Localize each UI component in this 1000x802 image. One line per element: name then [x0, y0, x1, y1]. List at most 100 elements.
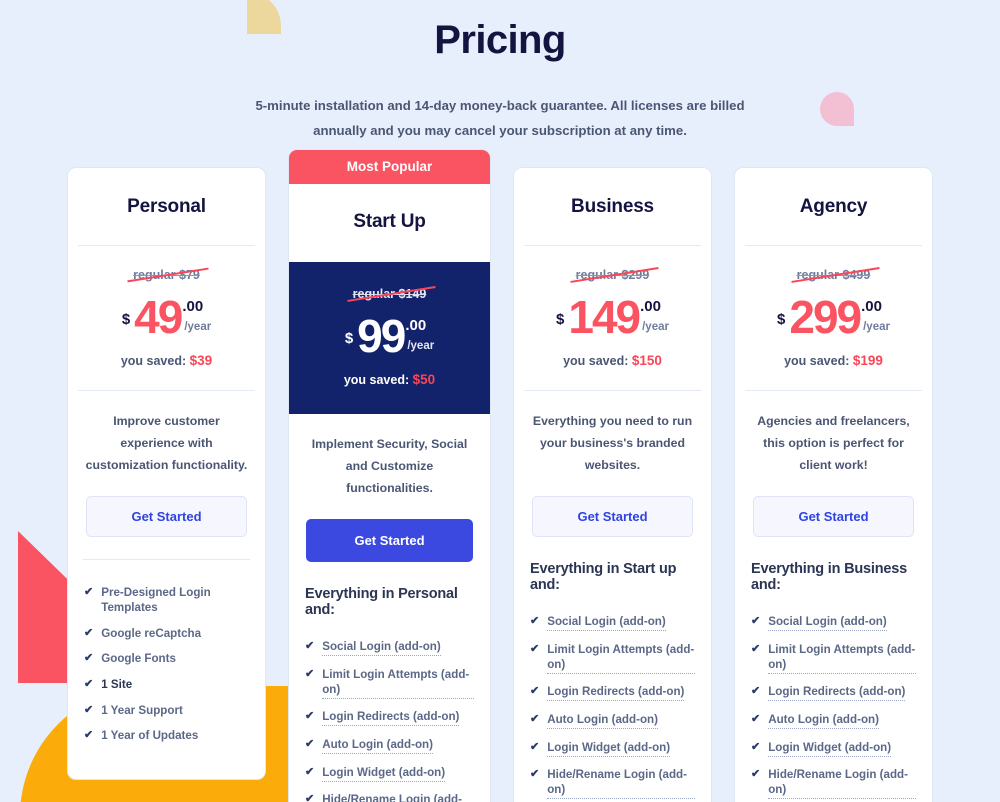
plan-description: Agencies and freelancers, this option is… [757, 414, 910, 472]
most-popular-badge: Most Popular [289, 150, 490, 184]
feature-item[interactable]: ✔ Login Widget (add-on) [751, 734, 916, 762]
feature-item[interactable]: ✔ Login Redirects (add-on) [751, 679, 916, 707]
pricing-card-business: Business regular $299 $149.00/year you save… [513, 167, 712, 802]
price-cents: .00 [405, 317, 427, 334]
price-block: regular $499 $299.00/year you saved: $199 [735, 246, 932, 390]
features-title: Everything in Start up and: [530, 561, 677, 593]
feature-label: Limit Login Attempts (add-on) [322, 667, 474, 699]
feature-item[interactable]: ✔ Login Redirects (add-on) [530, 679, 695, 707]
check-icon: ✔ [751, 685, 761, 698]
feature-item[interactable]: ✔ Social Login (add-on) [530, 609, 695, 637]
check-icon: ✔ [751, 713, 761, 726]
feature-item: ✔ 1 Site [84, 672, 249, 698]
feature-label: Pre-Designed Login Templates [101, 586, 211, 615]
check-icon: ✔ [530, 685, 540, 698]
price-cents: .00 [861, 298, 882, 315]
feature-label: Login Widget (add-on) [547, 740, 671, 757]
page-header: Pricing 5-minute installation and 14-day… [0, 0, 1000, 143]
plan-name: Agency [799, 196, 868, 217]
pricing-page: Pricing 5-minute installation and 14-day… [0, 0, 1000, 802]
savings-label: you saved: [120, 354, 187, 368]
feature-item[interactable]: ✔ Login Widget (add-on) [530, 734, 695, 762]
check-icon: ✔ [530, 768, 540, 781]
savings-label: you saved: [343, 373, 410, 387]
feature-item: ✔ 1 Year Support [84, 697, 249, 723]
pricing-card-personal: Personal regular $79 $49.00/year you saved:… [67, 167, 266, 780]
billing-period: /year [642, 321, 669, 333]
feature-item[interactable]: ✔ Limit Login Attempts (add-on) [530, 637, 695, 680]
price-cents: .00 [640, 298, 661, 315]
billing-period: /year [407, 340, 435, 352]
currency-symbol: $ [344, 330, 354, 347]
check-icon: ✔ [530, 713, 540, 726]
price-amount: 49 [134, 291, 183, 343]
plan-description: Improve customer experience with customi… [85, 414, 248, 472]
get-started-button[interactable]: Get Started [306, 519, 473, 562]
check-icon: ✔ [530, 615, 540, 628]
feature-label: 1 Year Support [101, 703, 183, 717]
feature-label: Login Redirects (add-on) [322, 709, 460, 727]
feature-item[interactable]: ✔ Limit Login Attempts (add-on) [751, 637, 916, 680]
check-icon: ✔ [751, 615, 761, 628]
feature-label: Login Redirects (add-on) [547, 684, 685, 702]
feature-label: Social Login (add-on) [547, 614, 666, 632]
plan-description: Everything you need to run your business… [532, 414, 693, 472]
feature-item[interactable]: ✔ Hide/Rename Login (add-on) [305, 787, 474, 802]
get-started-button[interactable]: Get Started [753, 496, 914, 537]
feature-item[interactable]: ✔ Limit Login Attempts (add-on) [305, 662, 474, 705]
feature-item[interactable]: ✔ Hide/Rename Login (add-on) [751, 762, 916, 802]
savings-value: $39 [189, 353, 213, 368]
check-icon: ✔ [84, 652, 94, 665]
feature-label: Limit Login Attempts (add-on) [547, 642, 695, 674]
feature-item[interactable]: ✔ Social Login (add-on) [305, 634, 474, 662]
currency-symbol: $ [121, 311, 131, 328]
price-block: regular $149 $99.00/year you saved: $50 [289, 262, 490, 414]
savings-line: you saved: $199 [735, 353, 932, 368]
feature-item[interactable]: ✔ Auto Login (add-on) [530, 707, 695, 735]
plan-name: Start Up [353, 211, 426, 232]
feature-item[interactable]: ✔ Social Login (add-on) [751, 609, 916, 637]
feature-label: 1 Site [101, 678, 133, 692]
billing-period: /year [184, 321, 212, 333]
features-list: ✔ Social Login (add-on) ✔ Limit Login Attem… [289, 618, 490, 802]
feature-label: 1 Year of Updates [101, 729, 199, 743]
feature-label: Hide/Rename Login (add-on) [322, 792, 474, 802]
feature-item[interactable]: ✔ Login Widget (add-on) [305, 759, 474, 787]
feature-label: Auto Login (add-on) [322, 737, 433, 755]
price-amount: 299 [789, 291, 862, 343]
savings-value: $199 [852, 353, 883, 368]
savings-label: you saved: [563, 354, 629, 368]
price-block: regular $299 $149.00/year you saved: $150 [514, 246, 711, 390]
regular-price-strikethrough: regular $499 [796, 268, 871, 282]
check-icon: ✔ [305, 667, 315, 680]
check-icon: ✔ [305, 640, 315, 653]
feature-label: Login Widget (add-on) [322, 765, 446, 782]
check-icon: ✔ [84, 586, 94, 599]
feature-item[interactable]: ✔ Auto Login (add-on) [751, 707, 916, 735]
pricing-cards-row: Personal regular $79 $49.00/year you saved:… [0, 149, 1000, 802]
price-row: $149.00/year [514, 291, 711, 343]
feature-item: ✔ Pre-Designed Login Templates [84, 580, 249, 621]
currency-symbol: $ [777, 311, 786, 328]
price-cents: .00 [182, 298, 204, 315]
price-block: regular $79 $49.00/year you saved: $39 [68, 246, 265, 390]
regular-price-strikethrough: regular $79 [133, 268, 200, 282]
price-amount: 99 [357, 310, 406, 362]
savings-value: $150 [631, 353, 662, 368]
feature-item[interactable]: ✔ Hide/Rename Login (add-on) [530, 762, 695, 802]
get-started-button[interactable]: Get Started [532, 496, 693, 537]
get-started-button[interactable]: Get Started [86, 496, 247, 537]
features-title: Everything in Business and: [751, 561, 907, 593]
check-icon: ✔ [305, 765, 315, 778]
features-list: ✔ Social Login (add-on) ✔ Limit Login Attem… [735, 593, 932, 802]
feature-item[interactable]: ✔ Auto Login (add-on) [305, 732, 474, 760]
feature-label: Auto Login (add-on) [547, 712, 658, 730]
feature-label: Hide/Rename Login (add-on) [547, 767, 695, 800]
price-amount: 149 [568, 291, 641, 343]
check-icon: ✔ [305, 710, 315, 723]
plan-name: Personal [127, 196, 206, 217]
features-list: ✔ Social Login (add-on) ✔ Limit Login Attem… [514, 593, 711, 802]
plan-name: Business [571, 196, 654, 217]
page-subtitle: 5-minute installation and 14-day money-b… [255, 98, 745, 138]
feature-item[interactable]: ✔ Login Redirects (add-on) [305, 704, 474, 732]
